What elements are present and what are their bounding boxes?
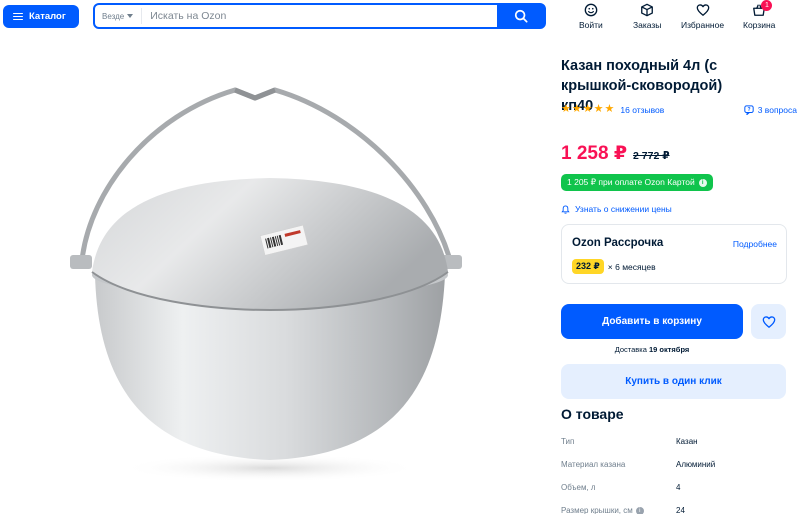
questions-link[interactable]: ? 3 вопроса	[744, 105, 797, 115]
spec-value: 24	[676, 506, 685, 514]
installment-amount: 232 ₽	[572, 259, 604, 274]
product-info-panel: Казан походный 4л (с крышкой-сковородой)…	[561, 56, 797, 514]
login-label: Войти	[579, 20, 603, 30]
current-price: 1 258 ₽	[561, 143, 628, 164]
search-scope-label: Везде	[102, 11, 125, 21]
smiley-icon	[584, 3, 598, 17]
star-icon: ★	[582, 103, 593, 115]
search-field-wrap: Везде	[95, 5, 497, 27]
about-product-title: О товаре	[561, 406, 624, 422]
cauldron-photo	[70, 87, 462, 482]
spec-row: Тип Казан	[561, 437, 797, 460]
buy-one-click-button[interactable]: Купить в один клик	[561, 364, 786, 399]
search-scope-select[interactable]: Везде	[96, 8, 143, 24]
spec-value: Алюминий	[676, 460, 716, 469]
spec-key-wrap: Размер крышки, см i	[561, 506, 644, 514]
ozon-card-price-badge[interactable]: 1 205 ₽ при оплате Ozon Картой i	[561, 174, 713, 191]
spec-key: Материал казана	[561, 460, 626, 469]
spec-row: Материал казана Алюминий	[561, 460, 797, 483]
specs-list: Тип Казан Материал казана Алюминий Объем…	[561, 437, 797, 514]
price-row: 1 258 ₽ 2 772 ₽	[561, 142, 670, 165]
spec-row: Размер крышки, см i 24	[561, 506, 797, 514]
orders-label: Заказы	[633, 20, 662, 30]
heart-icon	[762, 315, 775, 328]
help-icon[interactable]: i	[635, 506, 644, 514]
ozon-card-price-label: 1 205 ₽ при оплате Ozon Картой	[567, 177, 695, 187]
installment-row: 232 ₽ × 6 месяцев	[572, 259, 656, 274]
delivery-info: Доставка 19 октября	[561, 345, 743, 354]
spec-value: Казан	[676, 437, 698, 446]
info-icon: i	[698, 178, 707, 187]
search-icon	[514, 9, 528, 23]
login-link[interactable]: Войти	[579, 3, 603, 30]
bell-icon	[561, 204, 570, 214]
svg-text:?: ?	[747, 107, 750, 113]
question-bubble-icon: ?	[744, 104, 754, 115]
search-button[interactable]	[497, 5, 544, 27]
price-drop-alert-label: Узнать о снижении цены	[575, 204, 672, 214]
cart-count-badge: 1	[761, 0, 773, 11]
heart-icon	[696, 4, 709, 16]
catalog-label: Каталог	[29, 11, 66, 22]
delivery-date: 19 октября	[649, 345, 690, 354]
delivery-prefix: Доставка	[614, 345, 647, 354]
spec-key: Размер крышки, см	[561, 506, 633, 514]
add-to-favorites-button[interactable]	[751, 304, 786, 339]
spec-key: Тип	[561, 437, 575, 446]
spec-value: 4	[676, 483, 681, 492]
rating-row: ★ ★ ★ ★ ★ 16 отзывов ? 3 вопроса	[561, 104, 797, 115]
old-price: 2 772 ₽	[633, 150, 670, 162]
cart-label: Корзина	[743, 20, 776, 30]
cart-link[interactable]: Корзина 1	[743, 0, 776, 30]
spec-key: Объем, л	[561, 483, 596, 492]
star-icon: ★	[593, 103, 604, 115]
header: Каталог Везде Войти Заказы Избранное Кор…	[0, 0, 800, 38]
star-icon: ★	[561, 103, 571, 115]
product-image[interactable]	[30, 60, 530, 510]
favorites-label: Избранное	[681, 20, 725, 30]
search-bar: Везде	[93, 3, 546, 29]
installment-title: Ozon Рассрочка	[572, 237, 664, 249]
installment-card[interactable]: Ozon Рассрочка Подробнее 232 ₽ × 6 месяц…	[561, 224, 787, 284]
menu-icon	[13, 12, 23, 21]
star-icon: ★	[604, 103, 615, 115]
star-icon: ★	[571, 103, 582, 115]
orders-link[interactable]: Заказы	[633, 3, 661, 30]
rating-stars[interactable]: ★ ★ ★ ★ ★	[561, 104, 614, 115]
installment-more-link[interactable]: Подробнее	[733, 239, 777, 249]
search-input[interactable]	[142, 10, 473, 22]
price-drop-alert-link[interactable]: Узнать о снижении цены	[561, 204, 672, 214]
questions-label: 3 вопроса	[757, 104, 797, 115]
reviews-link[interactable]: 16 отзывов	[620, 105, 664, 115]
favorites-link[interactable]: Избранное	[681, 3, 724, 30]
chevron-down-icon	[127, 14, 134, 18]
installment-term: × 6 месяцев	[607, 261, 656, 272]
spec-row: Объем, л 4	[561, 483, 797, 506]
box-icon	[641, 3, 654, 17]
add-to-cart-button[interactable]: Добавить в корзину	[561, 304, 743, 339]
catalog-button[interactable]: Каталог	[3, 5, 79, 28]
